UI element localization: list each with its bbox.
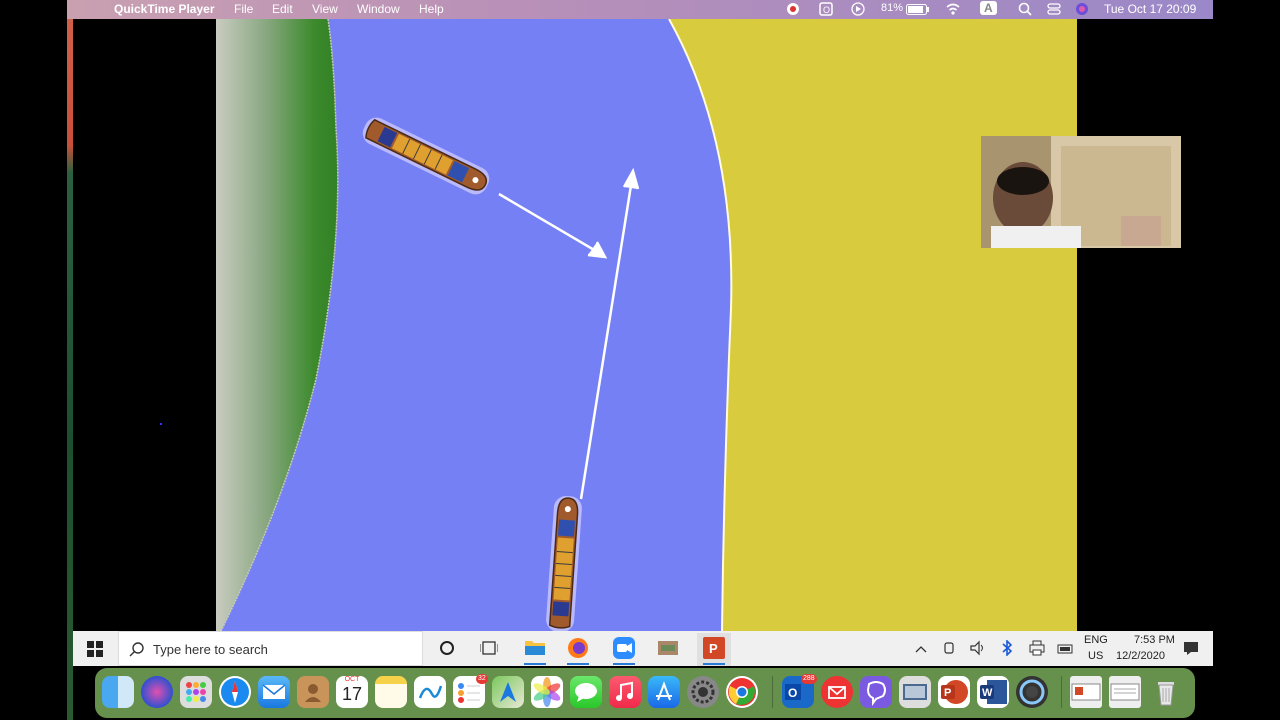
webcam-person — [981, 136, 1181, 248]
powerpoint-taskbar-icon: P — [703, 637, 725, 659]
notifications-icon[interactable] — [1183, 640, 1199, 661]
viber-icon[interactable] — [860, 676, 892, 708]
spotlight-search-icon[interactable] — [1018, 2, 1032, 19]
webcam-overlay[interactable] — [981, 136, 1181, 248]
menu-view[interactable]: View — [312, 2, 338, 16]
minimized-window-1[interactable] — [1070, 676, 1102, 708]
launchpad-icon[interactable] — [180, 676, 212, 708]
menu-edit[interactable]: Edit — [272, 2, 293, 16]
control-center-icon[interactable] — [1047, 2, 1061, 19]
cortana-icon[interactable] — [439, 640, 455, 661]
search-icon — [129, 641, 145, 662]
svg-text:P: P — [944, 687, 951, 699]
river-drawing — [216, 19, 733, 631]
svg-text:P: P — [709, 641, 718, 656]
volume-icon[interactable] — [970, 640, 986, 661]
system-settings-icon[interactable] — [687, 676, 719, 708]
printer-icon[interactable] — [1029, 640, 1045, 661]
powerpoint-taskbar-button[interactable]: P — [697, 633, 731, 666]
freeform-icon[interactable] — [414, 676, 446, 708]
minimized-window-2[interactable] — [1109, 676, 1141, 708]
windows-start-icon[interactable] — [87, 641, 103, 662]
menu-help[interactable]: Help — [419, 2, 444, 16]
taskbar-time[interactable]: 7:53 PM — [1134, 634, 1175, 646]
siri-dock-icon[interactable] — [141, 676, 173, 708]
language-indicator-top[interactable]: ENG — [1084, 634, 1108, 646]
menubar-clock[interactable]: Tue Oct 17 20:09 — [1104, 2, 1196, 16]
menu-file[interactable]: File — [234, 2, 253, 16]
stray-pixel — [160, 423, 162, 425]
show-hidden-icons-chevron-icon[interactable] — [915, 641, 927, 659]
input-source-icon[interactable]: A — [980, 1, 997, 15]
chrome-icon[interactable] — [726, 676, 758, 708]
quicktime-icon[interactable] — [1016, 676, 1048, 708]
messages-icon[interactable] — [570, 676, 602, 708]
zoom-active-indicator — [613, 663, 635, 665]
dock-divider-2 — [1061, 676, 1062, 708]
app-store-icon[interactable] — [648, 676, 680, 708]
outlook-status-icon[interactable]: O — [818, 2, 834, 19]
meet-now-icon[interactable] — [943, 640, 957, 661]
photos-icon[interactable] — [531, 676, 563, 708]
right-black-border — [1213, 0, 1280, 720]
status-app-icon[interactable] — [785, 2, 801, 19]
file-explorer-active-indicator — [524, 663, 546, 665]
notes-icon[interactable] — [375, 676, 407, 708]
calendar-icon[interactable]: OCT 17 — [336, 676, 368, 708]
powerpoint-active-indicator — [703, 663, 725, 665]
left-black-border — [0, 0, 67, 720]
contacts-icon[interactable] — [297, 676, 329, 708]
finder-icon[interactable] — [102, 676, 134, 708]
play-status-icon[interactable] — [851, 2, 865, 19]
calendar-day: 17 — [341, 684, 363, 704]
network-icon[interactable] — [1057, 642, 1073, 660]
reminders-badge: 32 — [476, 674, 488, 684]
svg-text:O: O — [823, 5, 830, 15]
language-indicator-bottom[interactable]: US — [1088, 650, 1103, 662]
task-view-icon[interactable] — [479, 640, 499, 661]
file-explorer-icon[interactable] — [524, 637, 546, 662]
dock-divider — [772, 676, 773, 708]
preview-icon[interactable] — [899, 676, 931, 708]
search-placeholder: Type here to search — [153, 642, 268, 657]
outlook-badge: 288 — [801, 674, 817, 684]
firefox-active-indicator — [567, 663, 589, 665]
river-scene — [216, 19, 1077, 631]
svg-text:W: W — [982, 687, 993, 699]
taskbar-app-icon[interactable] — [657, 637, 679, 664]
music-icon[interactable] — [609, 676, 641, 708]
trash-icon[interactable] — [1150, 676, 1182, 708]
calendar-month: OCT — [344, 676, 360, 683]
battery-percent: 81% — [881, 2, 904, 14]
firefox-icon[interactable] — [567, 637, 589, 664]
taskbar-search-box[interactable]: Type here to search — [118, 631, 423, 666]
maps-icon[interactable] — [492, 676, 524, 708]
battery-icon[interactable] — [906, 4, 930, 18]
airmail-icon[interactable] — [821, 676, 853, 708]
wifi-icon[interactable] — [945, 2, 961, 19]
svg-text:O: O — [788, 686, 797, 700]
mail-icon[interactable] — [258, 676, 290, 708]
mac-menubar: QuickTime Player File Edit View Window H… — [67, 0, 1213, 19]
bluetooth-icon[interactable] — [1001, 639, 1013, 661]
safari-icon[interactable] — [219, 676, 251, 708]
word-icon[interactable]: W — [977, 676, 1009, 708]
app-name-menu[interactable]: QuickTime Player — [114, 2, 215, 16]
menu-window[interactable]: Window — [357, 2, 400, 16]
windows-taskbar: Type here to search P ENG US 7:53 PM 12/… — [73, 631, 1213, 666]
siri-icon[interactable] — [1075, 2, 1089, 19]
powerpoint-dock-icon[interactable]: P — [938, 676, 970, 708]
zoom-icon[interactable] — [613, 637, 635, 664]
taskbar-date[interactable]: 12/2/2020 — [1116, 650, 1165, 662]
